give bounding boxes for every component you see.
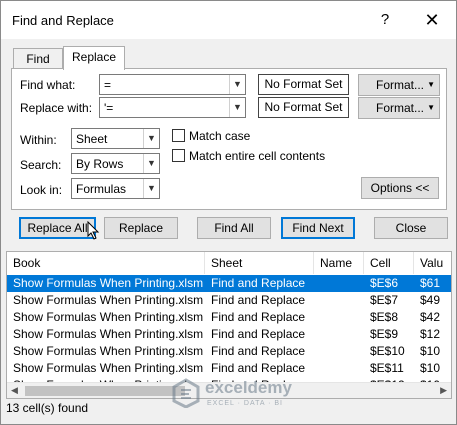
tab-replace[interactable]: Replace	[63, 46, 125, 70]
chevron-down-icon[interactable]: ▼	[143, 179, 159, 198]
cell-sheet: Find and Replace	[211, 344, 306, 358]
look-in-value: Formulas	[76, 182, 127, 196]
title-bar: Find and Replace ? ✕	[1, 1, 456, 39]
scroll-left-icon[interactable]: ◀	[11, 385, 18, 396]
search-label: Search:	[20, 158, 62, 172]
scroll-right-icon[interactable]: ▶	[440, 385, 447, 396]
result-row[interactable]: Show Formulas When Printing.xlsm Find an…	[7, 326, 451, 343]
cell-sheet: Find and Replace	[211, 276, 306, 290]
tab-find-label: Find	[26, 52, 50, 66]
cell-value: $49	[420, 293, 441, 307]
look-in-label: Look in:	[20, 183, 63, 197]
cell-address: $E$9	[370, 327, 399, 341]
within-label: Within:	[20, 133, 57, 147]
mouse-cursor-icon	[87, 221, 100, 240]
cell-book: Show Formulas When Printing.xlsm	[13, 344, 204, 358]
cell-value: $42	[420, 310, 441, 324]
help-button[interactable]: ?	[371, 7, 399, 33]
find-format-button[interactable]: Format... ▼	[358, 74, 440, 96]
dropdown-arrow-icon: ▼	[427, 80, 435, 89]
result-row[interactable]: Show Formulas When Printing.xlsm Find an…	[7, 360, 451, 377]
replace-all-button[interactable]: Replace All	[19, 217, 96, 239]
cell-value: $12	[420, 327, 441, 341]
replace-format-button[interactable]: Format... ▼	[358, 97, 440, 119]
match-case-label: Match case	[189, 129, 251, 143]
watermark-tagline: EXCEL · DATA · BI	[207, 400, 283, 407]
within-select[interactable]: Sheet ▼	[71, 128, 160, 149]
replace-with-input[interactable]: '= ▼	[99, 97, 246, 118]
match-entire-label: Match entire cell contents	[189, 149, 326, 163]
options-button[interactable]: Options <<	[361, 177, 439, 199]
cell-book: Show Formulas When Printing.xlsm	[13, 327, 204, 341]
cell-address: $E$6	[370, 276, 399, 290]
status-text: 13 cell(s) found	[6, 401, 89, 415]
look-in-select[interactable]: Formulas ▼	[71, 178, 160, 199]
chevron-down-icon[interactable]: ▼	[229, 98, 245, 117]
replace-format-preview: No Format Set	[258, 97, 349, 118]
find-what-value: =	[104, 78, 112, 92]
result-row[interactable]: Show Formulas When Printing.xlsm Find an…	[7, 275, 451, 292]
cell-sheet: Find and Replace	[211, 327, 306, 341]
cell-value: $61	[420, 276, 441, 290]
match-entire-checkbox[interactable]	[172, 149, 185, 162]
dialog-title: Find and Replace	[12, 13, 114, 28]
search-value: By Rows	[76, 157, 124, 171]
result-row[interactable]: Show Formulas When Printing.xlsm Find an…	[7, 292, 451, 309]
column-header-sheet[interactable]: Sheet	[205, 252, 314, 274]
replace-panel: Find what: = ▼ No Format Set Format... ▼ …	[11, 68, 447, 210]
watermark-name: exceldemy	[205, 378, 292, 397]
chevron-down-icon[interactable]: ▼	[143, 154, 159, 173]
watermark: exceldemy EXCEL · DATA · BI	[161, 376, 311, 416]
column-header-value[interactable]: Valu	[414, 252, 451, 274]
cell-sheet: Find and Replace	[211, 361, 306, 375]
close-window-button[interactable]: ✕	[418, 7, 446, 33]
find-format-preview: No Format Set	[258, 74, 349, 95]
exceldemy-logo-icon	[172, 378, 200, 408]
cell-sheet: Find and Replace	[211, 310, 306, 324]
dropdown-arrow-icon: ▼	[427, 103, 435, 112]
cell-book: Show Formulas When Printing.xlsm	[13, 276, 204, 290]
result-row[interactable]: Show Formulas When Printing.xlsm Find an…	[7, 309, 451, 326]
find-replace-dialog: Find and Replace ? ✕ Find Replace Find w…	[0, 0, 457, 425]
column-header-name[interactable]: Name	[314, 252, 364, 274]
within-value: Sheet	[76, 132, 108, 146]
cell-book: Show Formulas When Printing.xlsm	[13, 361, 204, 375]
match-case-checkbox[interactable]	[172, 129, 185, 142]
search-select[interactable]: By Rows ▼	[71, 153, 160, 174]
replace-with-value: '=	[104, 101, 114, 115]
cell-address: $E$10	[370, 344, 405, 358]
find-all-button[interactable]: Find All	[197, 217, 271, 239]
close-button[interactable]: Close	[374, 217, 448, 239]
find-next-button[interactable]: Find Next	[281, 217, 355, 239]
result-row[interactable]: Show Formulas When Printing.xlsm Find an…	[7, 343, 451, 360]
cell-value: $10	[420, 344, 441, 358]
cell-book: Show Formulas When Printing.xlsm	[13, 310, 204, 324]
column-header-book[interactable]: Book	[7, 252, 205, 274]
cell-value: $10	[420, 361, 441, 375]
chevron-down-icon[interactable]: ▼	[143, 129, 159, 148]
find-format-label: Format...	[376, 78, 425, 92]
cell-address: $E$8	[370, 310, 399, 324]
cell-address: $E$7	[370, 293, 399, 307]
chevron-down-icon[interactable]: ▼	[229, 75, 245, 94]
cell-sheet: Find and Replace	[211, 293, 306, 307]
cell-address: $E$11	[370, 361, 404, 375]
tab-replace-label: Replace	[71, 50, 117, 64]
find-what-label: Find what:	[20, 78, 76, 92]
replace-button[interactable]: Replace	[104, 217, 178, 239]
column-header-cell[interactable]: Cell	[364, 252, 414, 274]
tab-find[interactable]: Find	[13, 48, 63, 69]
cell-book: Show Formulas When Printing.xlsm	[13, 293, 204, 307]
replace-with-label: Replace with:	[20, 101, 93, 115]
replace-format-label: Format...	[376, 101, 425, 115]
find-what-input[interactable]: = ▼	[99, 74, 246, 95]
